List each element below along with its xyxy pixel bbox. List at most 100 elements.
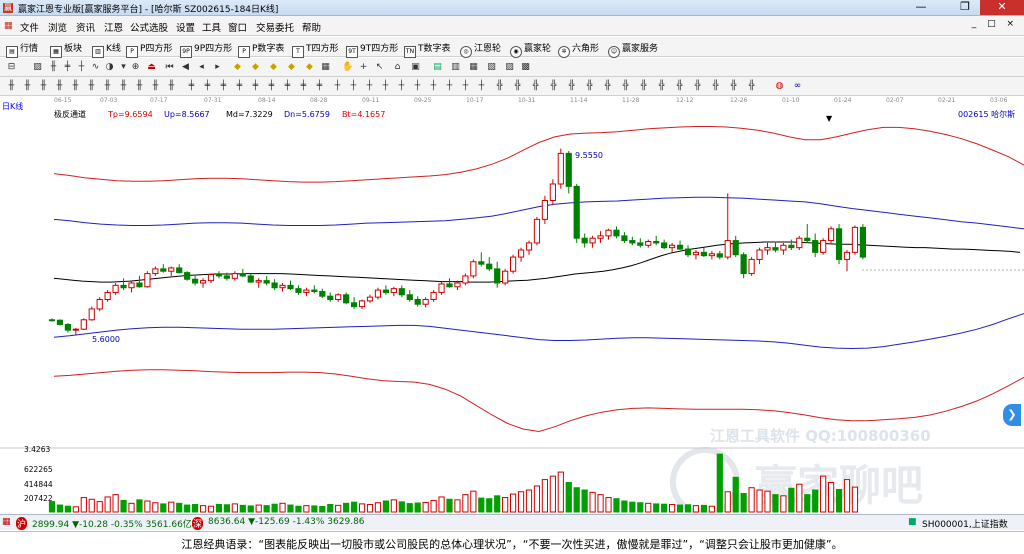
indicator-icon-43[interactable]: ╬ [710, 81, 721, 92]
p-number-table-button[interactable]: P P数字表 [238, 41, 284, 58]
menu-tools[interactable]: 工具 [202, 20, 221, 34]
indicator-icon-35[interactable]: ╬ [566, 81, 577, 92]
menu-trade[interactable]: 交易委托 [256, 20, 294, 34]
mdi-window-controls[interactable]: _ □ × [972, 19, 1018, 29]
indicator-icon-25[interactable]: ┼ [396, 81, 407, 92]
indicator-icon-15[interactable]: ╪ [234, 81, 245, 92]
menu-app-icon[interactable]: ▦ [4, 20, 13, 31]
indicator-icon-27[interactable]: ┼ [428, 81, 439, 92]
indicator-icon-21[interactable]: ┼ [332, 81, 343, 92]
9p-square-button[interactable]: 9P 9P四方形 [180, 41, 232, 58]
prev-icon[interactable]: ◀ [180, 62, 191, 73]
indicator-icon-1[interactable]: ╫ [6, 81, 17, 92]
grid-icon[interactable]: ▦ [320, 62, 331, 73]
menu-formula[interactable]: 公式选股 [130, 20, 168, 34]
indicator-icon-14[interactable]: ╪ [218, 81, 229, 92]
indicator-icon-4[interactable]: ╫ [54, 81, 65, 92]
menu-settings[interactable]: 设置 [176, 20, 195, 34]
indicator-icon-16[interactable]: ╪ [250, 81, 261, 92]
tool-icon-d[interactable]: ▦ [468, 62, 479, 73]
indicator-icon-23[interactable]: ┼ [364, 81, 375, 92]
indicator-icon-9[interactable]: ╫ [134, 81, 145, 92]
indicator-icon-22[interactable]: ┼ [348, 81, 359, 92]
diamond-icon-3[interactable]: ◆ [268, 62, 279, 73]
indicator-icon-45[interactable]: ╬ [746, 81, 757, 92]
indicator-icon-40[interactable]: ╬ [656, 81, 667, 92]
winner-service-button[interactable]: ☺ 赢家服务 [608, 41, 658, 58]
9t-square-button[interactable]: 9T 9T四方形 [346, 41, 398, 58]
tool-icon-c[interactable]: ▥ [450, 62, 461, 73]
chart-type-icon[interactable]: ▨ [32, 62, 43, 73]
tool-icon-e[interactable]: ▧ [486, 62, 497, 73]
indicator-icon-17[interactable]: ╪ [266, 81, 277, 92]
indicator-icon-8[interactable]: ╫ [118, 81, 129, 92]
tool-icon-b[interactable]: ▤ [432, 62, 443, 73]
indicator-icon-37[interactable]: ╬ [602, 81, 613, 92]
sz-index-quote[interactable]: 8636.64 ▼-125.69 -1.43% 3629.86 [208, 517, 365, 527]
indicator-icon-38[interactable]: ╬ [620, 81, 631, 92]
t-number-table-button[interactable]: TN T数字表 [404, 41, 451, 58]
first-icon[interactable]: ⏮ [164, 62, 175, 73]
dropdown-marker-icon[interactable]: ▼ [826, 114, 833, 123]
bar-icon[interactable]: ╪ [62, 62, 73, 73]
indicator-icon-34[interactable]: ╬ [548, 81, 559, 92]
infinity-icon[interactable]: ∞ [792, 81, 803, 92]
indicator-icon-44[interactable]: ╬ [728, 81, 739, 92]
indicator-icon-31[interactable]: ╬ [494, 81, 505, 92]
dropdown-icon[interactable]: ▾ [118, 62, 129, 73]
line-icon[interactable]: ∿ [90, 62, 101, 73]
p-square-button[interactable]: P P四方形 [126, 41, 172, 58]
menu-help[interactable]: 帮助 [302, 20, 321, 34]
diamond-icon-4[interactable]: ◆ [286, 62, 297, 73]
indicator-icon-32[interactable]: ╬ [512, 81, 523, 92]
indicator-icon-6[interactable]: ╫ [86, 81, 97, 92]
tool-icon-a[interactable]: ▣ [410, 62, 421, 73]
diamond-icon-1[interactable]: ◆ [232, 62, 243, 73]
gann-wheel-button[interactable]: ◎ 江恩轮 [460, 41, 501, 58]
index-selector-label[interactable]: SH000001,上证指数 [922, 517, 1008, 530]
kline-button[interactable]: ▥ K线 [92, 41, 121, 58]
cursor-icon[interactable]: ↖ [374, 62, 385, 73]
tool-icon-f[interactable]: ▨ [504, 62, 515, 73]
menu-browse[interactable]: 浏览 [48, 20, 67, 34]
exit-icon[interactable]: ⏏ [146, 62, 157, 73]
minimize-button[interactable]: — [906, 0, 936, 15]
layout-icon[interactable]: ⊟ [6, 62, 17, 73]
indicator-icon-11[interactable]: ╫ [166, 81, 177, 92]
indicator-icon-13[interactable]: ╪ [202, 81, 213, 92]
indicator-icon-18[interactable]: ╪ [282, 81, 293, 92]
tool-icon-g[interactable]: ▩ [520, 62, 531, 73]
kline-chart[interactable]: 江恩工具软件 QQ:100800360 赢家聊吧 极反通道 Tp=9.6594 … [0, 108, 1024, 514]
text-icon[interactable]: ⌂ [392, 62, 403, 73]
hexagon-button[interactable]: ✲ 六角形 [558, 41, 599, 58]
indicator-icon-12[interactable]: ╪ [186, 81, 197, 92]
indicator-icon-28[interactable]: ┼ [444, 81, 455, 92]
indicator-icon-29[interactable]: ┼ [460, 81, 471, 92]
menu-info[interactable]: 资讯 [76, 20, 95, 34]
hand-icon[interactable]: ✋ [342, 62, 353, 73]
next-icon[interactable]: ▸ [212, 62, 223, 73]
t-square-button[interactable]: T T四方形 [292, 41, 339, 58]
candle-icon[interactable]: ╫ [48, 62, 59, 73]
menu-window[interactable]: 窗口 [228, 20, 247, 34]
diamond-icon-2[interactable]: ◆ [250, 62, 261, 73]
side-expand-button[interactable]: ❯ [1003, 404, 1021, 426]
indicator-icon-2[interactable]: ╫ [22, 81, 33, 92]
sector-button[interactable]: ▦ 板块 [50, 41, 82, 58]
indicator-icon-36[interactable]: ╬ [584, 81, 595, 92]
zoom-in-icon[interactable]: ⊕ [130, 62, 141, 73]
close-button[interactable]: ✕ [980, 0, 1024, 15]
ohlc-icon[interactable]: ┼ [76, 62, 87, 73]
indicator-icon-19[interactable]: ╪ [298, 81, 309, 92]
index-selector-icon[interactable]: ■ [908, 517, 917, 527]
indicator-icon-10[interactable]: ╫ [150, 81, 161, 92]
maximize-button[interactable]: ❐ [950, 0, 980, 15]
indicator-icon-24[interactable]: ┼ [380, 81, 391, 92]
indicator-icon-39[interactable]: ╬ [638, 81, 649, 92]
indicator-icon-20[interactable]: ╪ [314, 81, 325, 92]
quote-button[interactable]: ▤ 行情 [6, 41, 38, 58]
indicator-icon-5[interactable]: ╫ [70, 81, 81, 92]
indicator-icon-26[interactable]: ┼ [412, 81, 423, 92]
indicator-icon-33[interactable]: ╬ [530, 81, 541, 92]
back-icon[interactable]: ◂ [196, 62, 207, 73]
